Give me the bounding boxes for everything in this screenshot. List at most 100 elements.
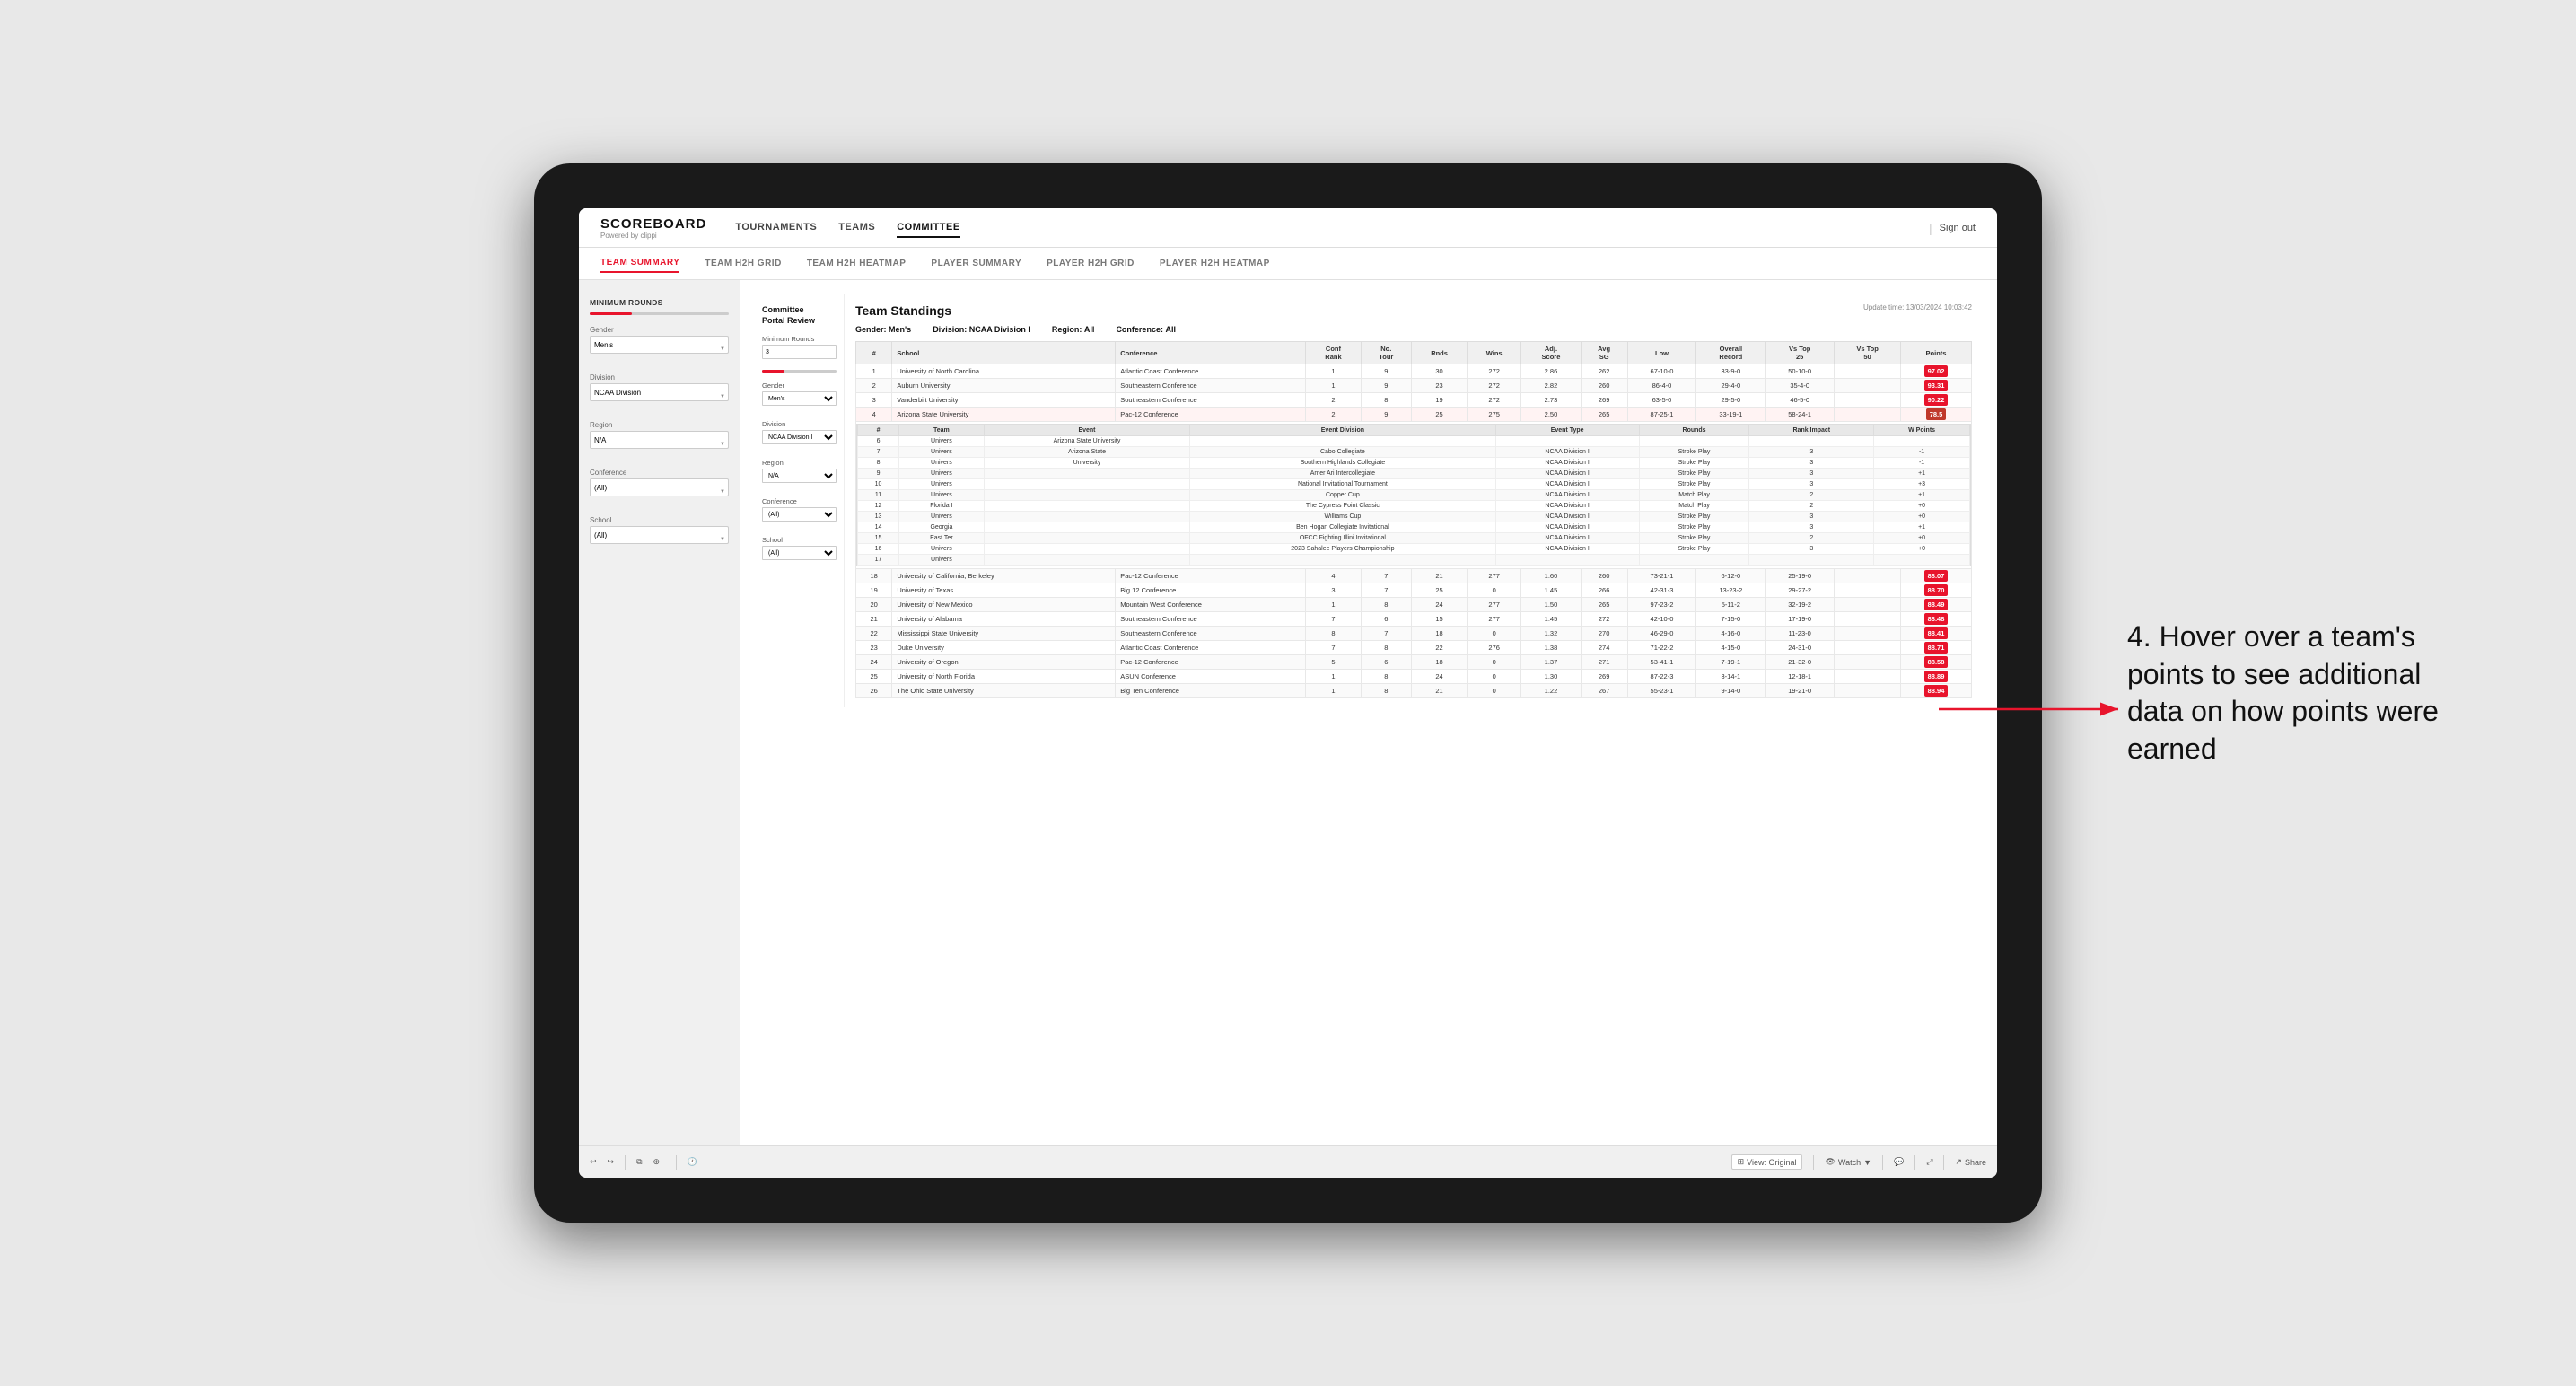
view-button[interactable]: ⊞ View: Original bbox=[1731, 1154, 1803, 1170]
sub-nav: TEAM SUMMARY TEAM H2H GRID TEAM H2H HEAT… bbox=[579, 248, 1997, 280]
min-rounds-slider[interactable] bbox=[590, 312, 729, 315]
filter-division: Division: NCAA Division I bbox=[933, 325, 1030, 334]
share-icon: ↗ bbox=[1955, 1157, 1962, 1167]
division-select[interactable]: NCAA Division I bbox=[590, 383, 729, 401]
bottom-toolbar: ↩ ↪ ⧉ ⊕ · 🕐 ⊞ View: Original 👁 Watch ▼ 💬… bbox=[579, 1145, 1997, 1178]
nav-tournaments[interactable]: TOURNAMENTS bbox=[735, 218, 817, 238]
slider-fill bbox=[590, 312, 632, 315]
inner-popup-row: # Team Event Event Division Event Type R… bbox=[856, 422, 1972, 569]
tab-player-h2h-grid[interactable]: PLAYER H2H GRID bbox=[1047, 255, 1135, 272]
th-school: School bbox=[892, 342, 1116, 364]
filter-gender: Gender: Men's bbox=[855, 325, 911, 334]
gender-select-wrapper: Men's Women's bbox=[590, 336, 729, 363]
cs-gender-select[interactable]: Men's bbox=[762, 391, 837, 406]
points-badge[interactable]: 97.02 bbox=[1924, 365, 1949, 377]
points-badge[interactable]: 88.41 bbox=[1924, 627, 1949, 639]
nav-committee[interactable]: COMMITTEE bbox=[897, 218, 960, 238]
table-row: 3 Vanderbilt University Southeastern Con… bbox=[856, 393, 1972, 408]
inner-popup-table: # Team Event Event Division Event Type R… bbox=[857, 425, 1970, 566]
tab-team-summary[interactable]: TEAM SUMMARY bbox=[600, 254, 679, 273]
table-row: 2 Auburn University Southeastern Confere… bbox=[856, 379, 1972, 393]
nav-teams[interactable]: TEAMS bbox=[838, 218, 875, 238]
filter-region-label: Region: bbox=[1052, 325, 1082, 334]
tab-team-h2h-grid[interactable]: TEAM H2H GRID bbox=[705, 255, 781, 272]
tablet-screen: SCOREBOARD Powered by clippi TOURNAMENTS… bbox=[579, 208, 1997, 1178]
gender-select[interactable]: Men's Women's bbox=[590, 336, 729, 354]
th-avg-sg: AvgSG bbox=[1581, 342, 1627, 364]
points-badge[interactable]: 88.71 bbox=[1924, 642, 1949, 654]
inner-table-row: 10 Univers National Invitational Tournam… bbox=[858, 479, 1970, 490]
cs-region-select[interactable]: N/A bbox=[762, 469, 837, 483]
table-row: 20 University of New Mexico Mountain Wes… bbox=[856, 598, 1972, 612]
undo-button[interactable]: ↩ bbox=[590, 1157, 597, 1167]
tab-player-h2h-heatmap[interactable]: PLAYER H2H HEATMAP bbox=[1160, 255, 1270, 272]
conference-select[interactable]: (All) bbox=[590, 478, 729, 496]
sidebar-school: School (All) bbox=[590, 516, 729, 553]
table-row: 18 University of California, Berkeley Pa… bbox=[856, 569, 1972, 583]
inner-table-row: 12 Florida I The Cypress Point Classic N… bbox=[858, 501, 1970, 512]
cs-school: School (All) bbox=[762, 536, 837, 566]
points-badge[interactable]: 93.31 bbox=[1924, 380, 1949, 391]
watch-dropdown-icon: ▼ bbox=[1863, 1158, 1871, 1167]
rank-cell: 1 bbox=[856, 364, 892, 379]
committee-portal-title: Committee Portal Review bbox=[762, 305, 837, 326]
cs-min-rounds: Minimum Rounds bbox=[762, 335, 837, 373]
th-rnds: Rnds bbox=[1412, 342, 1468, 364]
points-badge[interactable]: 88.70 bbox=[1924, 584, 1949, 596]
points-badge[interactable]: 88.58 bbox=[1924, 656, 1949, 668]
school-select[interactable]: (All) bbox=[590, 526, 729, 544]
cs-conference: Conference (All) bbox=[762, 497, 837, 527]
report-top-row: Team Standings Update time: 13/03/2024 1… bbox=[855, 303, 1972, 318]
update-time: Update time: 13/03/2024 10:03:42 bbox=[1863, 303, 1972, 311]
cs-school-select[interactable]: (All) bbox=[762, 546, 837, 560]
filter-region-value: All bbox=[1084, 325, 1095, 334]
redo-button[interactable]: ↪ bbox=[608, 1157, 615, 1167]
filter-div-value: NCAA Division I bbox=[969, 325, 1030, 334]
slider-track bbox=[590, 312, 729, 315]
filter-conf-label: Conference: bbox=[1116, 325, 1163, 334]
points-badge[interactable]: 88.07 bbox=[1924, 570, 1949, 582]
tab-player-summary[interactable]: PLAYER SUMMARY bbox=[931, 255, 1021, 272]
standings-table: # School Conference ConfRank No.Tour Rnd… bbox=[855, 341, 1972, 698]
cs-conference-select[interactable]: (All) bbox=[762, 507, 837, 522]
copy-button[interactable]: ⧉ bbox=[636, 1157, 642, 1167]
points-badge-highlighted[interactable]: 78.5 bbox=[1926, 408, 1947, 420]
points-badge[interactable]: 88.49 bbox=[1924, 599, 1949, 610]
eye-icon: 👁 bbox=[1825, 1157, 1835, 1167]
points-badge[interactable]: 88.89 bbox=[1924, 671, 1949, 682]
share-button[interactable]: ↗ Share bbox=[1955, 1157, 1986, 1167]
tab-team-h2h-heatmap[interactable]: TEAM H2H HEATMAP bbox=[807, 255, 907, 272]
inner-table-row: 11 Univers Copper Cup NCAA Division I Ma… bbox=[858, 490, 1970, 501]
cs-slider[interactable] bbox=[762, 370, 837, 373]
annotation-arrow bbox=[1939, 691, 2136, 727]
cs-division-select[interactable]: NCAA Division I bbox=[762, 430, 837, 444]
points-badge[interactable]: 88.48 bbox=[1924, 613, 1949, 625]
points-badge[interactable]: 90.22 bbox=[1924, 394, 1949, 406]
committee-sidebar: Committee Portal Review Minimum Rounds bbox=[755, 294, 845, 707]
expand-button[interactable]: ⤢ bbox=[1926, 1157, 1932, 1167]
toolbar-divider-5 bbox=[1914, 1155, 1915, 1170]
region-label: Region bbox=[590, 421, 729, 429]
toolbar-divider-6 bbox=[1943, 1155, 1944, 1170]
sidebar-region: Region N/A bbox=[590, 421, 729, 458]
logo-area: SCOREBOARD Powered by clippi bbox=[600, 216, 706, 240]
logo-sub: Powered by clippi bbox=[600, 232, 706, 240]
sign-out-button[interactable]: Sign out bbox=[1940, 223, 1976, 233]
school-select-wrapper: (All) bbox=[590, 526, 729, 553]
region-select[interactable]: N/A bbox=[590, 431, 729, 449]
main-content: Minimum Rounds Gender Men's Women's bbox=[579, 280, 1997, 1145]
th-no-tour: No.Tour bbox=[1361, 342, 1412, 364]
th-conf-rank: ConfRank bbox=[1306, 342, 1361, 364]
cs-min-rounds-input[interactable] bbox=[762, 345, 837, 359]
th-low: Low bbox=[1627, 342, 1696, 364]
watch-button[interactable]: 👁 Watch ▼ bbox=[1825, 1157, 1871, 1167]
paste-button[interactable]: ⊕ · bbox=[653, 1157, 665, 1167]
sidebar: Minimum Rounds Gender Men's Women's bbox=[579, 280, 740, 1145]
th-rank: # bbox=[856, 342, 892, 364]
timer-button[interactable]: 🕐 bbox=[688, 1157, 697, 1167]
comment-button[interactable]: 💬 bbox=[1894, 1157, 1904, 1167]
cs-gender: Gender Men's bbox=[762, 382, 837, 411]
nav-items: TOURNAMENTS TEAMS COMMITTEE bbox=[735, 218, 1929, 238]
table-row-arizona: 4 Arizona State University Pac-12 Confer… bbox=[856, 408, 1972, 422]
filter-conf-value: All bbox=[1165, 325, 1176, 334]
